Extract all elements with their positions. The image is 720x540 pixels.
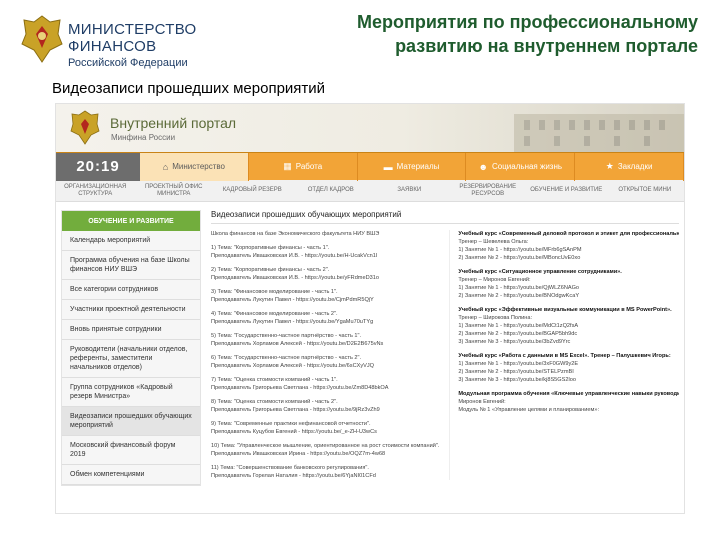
video-text-line: Тренер – Шевелева Ольга: xyxy=(458,239,529,245)
portal-emblem-icon xyxy=(70,110,100,145)
video-link-line[interactable]: Преподаватель Хорламов Алексей - https:/… xyxy=(211,362,439,370)
subnav-item[interactable]: ОБУЧЕНИЕ И РАЗВИТИЕ xyxy=(527,187,606,194)
video-link-line[interactable]: 2) Занятие № 2 - https://youtu.be/MBoncU… xyxy=(458,254,679,262)
tab-social[interactable]: ☻ Социальная жизнь xyxy=(466,152,576,181)
ministry-name-line3: Российской Федерации xyxy=(68,57,188,69)
slide-subtitle: Видеозаписи прошедших мероприятий xyxy=(52,80,326,97)
sidebar-item[interactable]: Все категории сотрудников xyxy=(62,280,200,300)
folder-icon: ▬ xyxy=(383,161,393,172)
video-list-left: Школа финансов на базе Экономического фа… xyxy=(211,230,439,480)
people-icon: ☻ xyxy=(478,161,488,172)
portal-subnav: ОРГАНИЗАЦИОННАЯ СТРУКТУРА ПРОЕКТНЫЙ ОФИС… xyxy=(56,180,684,202)
subnav-item[interactable]: ОТКРЫТОЕ МИНИ xyxy=(606,187,685,194)
portal-nav: 20:19 ⌂ Министерство ▦ Работа ▬ Материалы ☻… xyxy=(56,152,684,181)
video-text-line: Учебный курс «Эффективные визуальные ком… xyxy=(458,307,672,313)
subnav-item[interactable]: КАДРОВЫЙ РЕЗЕРВ xyxy=(213,187,292,194)
tab-ministry[interactable]: ⌂ Министерство xyxy=(140,152,249,181)
video-link-line[interactable]: Преподаватель Ивашковская И.В. - https:/… xyxy=(211,274,439,282)
calendar-icon: ▦ xyxy=(283,161,292,171)
coat-of-arms-icon xyxy=(21,15,63,63)
video-text-line: 1) Тема: "Корпоративные финансы - часть … xyxy=(211,245,330,251)
video-link-line[interactable]: Преподаватель Ивашковская И.В. - https:/… xyxy=(211,252,439,260)
subnav-item[interactable]: ОТДЕЛ КАДРОВ xyxy=(292,187,371,194)
sidebar-item[interactable]: Московский финансовый форум 2019 xyxy=(62,436,200,465)
video-text-line: 4) Тема: "Финансовое моделирование - час… xyxy=(211,311,338,317)
video-link-line[interactable]: 2) Занятие № 2 - https://youtu.be/STELPz… xyxy=(458,368,679,376)
video-link-line[interactable]: 2) Занятие № 2 - https://youtu.be/BGAP5b… xyxy=(458,330,679,338)
video-link-line[interactable]: Преподаватель Хорламов Алексей - https:/… xyxy=(211,340,439,348)
portal-screenshot: Внутренний портал Минфина России 20:19 ⌂… xyxy=(55,103,685,514)
video-text-line: 11) Тема: "Совершенствование банковского… xyxy=(211,465,369,471)
tab-work[interactable]: ▦ Работа xyxy=(249,152,358,181)
video-text-line: Тренер – Миронов Евгений: xyxy=(458,277,531,283)
sidebar-item[interactable]: Календарь мероприятий xyxy=(62,231,200,251)
portal-header: Внутренний портал Минфина России xyxy=(56,104,684,152)
ministry-name-line1: МИНИСТЕРСТВО xyxy=(68,21,197,38)
video-link-line[interactable]: 1) Занятие № 1 - https://youtu.be/QjWLZ6… xyxy=(458,284,679,292)
video-text-line: 3) Тема: "Финансовое моделирование - час… xyxy=(211,289,338,295)
sidebar-heading: ОБУЧЕНИЕ И РАЗВИТИЕ xyxy=(62,211,200,231)
video-link-line[interactable]: Преподаватель Горелая Наталия - https://… xyxy=(211,472,439,480)
portal-main-content: Видеозаписи прошедших обучающих мероприя… xyxy=(201,210,679,486)
video-text-line: 8) Тема: "Оценка стоимости компаний - ча… xyxy=(211,399,338,405)
video-text-line: Школа финансов на базе Экономического фа… xyxy=(211,231,380,237)
portal-title: Внутренний портал xyxy=(110,115,237,131)
video-link-line[interactable]: 1) Занятие № 1 - https://youtu.be/MFrb6g… xyxy=(458,246,679,254)
portal-sidebar: ОБУЧЕНИЕ И РАЗВИТИЕ Календарь мероприяти… xyxy=(61,210,201,486)
video-link-line[interactable]: Преподаватель Лукутин Павел - https://yo… xyxy=(211,318,439,326)
video-text-line: Учебный курс «Ситуационное управление со… xyxy=(458,269,622,275)
sidebar-item[interactable]: Участники проектной деятельности xyxy=(62,300,200,320)
video-text-line: 9) Тема: "Современные практики нефинансо… xyxy=(211,421,371,427)
slide-header: МИНИСТЕРСТВО ФИНАНСОВ Российской Федерац… xyxy=(0,0,720,80)
video-text-line: 10) Тема: "Управленческое мышление, орие… xyxy=(211,443,440,449)
subnav-item[interactable]: РЕЗЕРВИРОВАНИЕ РЕСУРСОВ xyxy=(449,184,528,198)
tab-materials[interactable]: ▬ Материалы xyxy=(358,152,467,181)
tab-label: Министерство xyxy=(172,162,225,171)
home-icon: ⌂ xyxy=(162,161,169,172)
subnav-item[interactable]: ЗАЯВКИ xyxy=(370,187,449,194)
video-text-line: Миронов Евгений: xyxy=(458,399,506,405)
subnav-item[interactable]: ПРОЕКТНЫЙ ОФИС МИНИСТРА xyxy=(135,184,214,198)
video-list-right: Учебный курс «Современный деловой проток… xyxy=(449,230,679,480)
slide-title: Мероприятия по профессиональному развити… xyxy=(356,12,698,56)
ministry-name-line2: ФИНАНСОВ xyxy=(68,38,157,55)
video-link-line[interactable]: Преподаватель Григорьева Светлана - http… xyxy=(211,384,439,392)
video-text-line: Модуль № 1 «Управление целями и планиров… xyxy=(458,407,599,413)
tab-label: Материалы xyxy=(396,162,440,171)
video-link-line[interactable]: Преподаватель Григорьева Светлана - http… xyxy=(211,406,439,414)
video-link-line[interactable]: Преподаватель Ивашковская Ирина - https:… xyxy=(211,450,439,458)
star-icon: ★ xyxy=(605,161,614,171)
video-text-line: 2) Тема: "Корпоративные финансы - часть … xyxy=(211,267,330,273)
building-image xyxy=(514,114,684,152)
tab-label: Закладки xyxy=(617,162,653,171)
video-text-line: 5) Тема: "Государственно-частное партнёр… xyxy=(211,333,362,339)
video-link-line[interactable]: 1) Занятие № 1 - https://youtu.be/MdCt1z… xyxy=(458,322,679,330)
video-link-line[interactable]: 3) Занятие № 3 - https://youtu.be/3bZvd9… xyxy=(458,338,679,346)
sidebar-item-video-active[interactable]: Видеозаписи прошедших обучающих мероприя… xyxy=(62,407,200,436)
video-link-line[interactable]: 3) Занятие № 3 - https://youtu.be/kj8S5G… xyxy=(458,376,679,384)
video-link-line[interactable]: 2) Занятие № 2 - https://youtu.be/BNOdgw… xyxy=(458,292,679,300)
sidebar-item[interactable]: Программа обучения на базе Школы финансо… xyxy=(62,251,200,280)
sidebar-item[interactable]: Вновь принятые сотрудники xyxy=(62,320,200,340)
portal-clock: 20:19 xyxy=(56,152,140,181)
video-link-line[interactable]: Преподаватель Куцубов Евгений - https://… xyxy=(211,428,439,436)
tab-bookmarks[interactable]: ★ Закладки xyxy=(575,152,684,181)
video-text-line: 7) Тема: "Оценка стоимости компаний - ча… xyxy=(211,377,338,383)
video-link-line[interactable]: Преподаватель Лукутин Павел - https://yo… xyxy=(211,296,439,304)
sidebar-item[interactable]: Обмен компетенциями xyxy=(62,465,200,485)
tab-label: Работа xyxy=(295,162,323,171)
tab-label: Социальная жизнь xyxy=(492,162,563,171)
video-text-line: Модульная программа обучения «Ключевые у… xyxy=(458,391,679,397)
main-content-title: Видеозаписи прошедших обучающих мероприя… xyxy=(211,210,679,224)
subnav-item[interactable]: ОРГАНИЗАЦИОННАЯ СТРУКТУРА xyxy=(56,184,135,198)
video-text-line: 6) Тема: "Государственно-частное партнёр… xyxy=(211,355,362,361)
video-link-line[interactable]: 1) Занятие № 1 - https://youtu.be/3xF0GW… xyxy=(458,360,679,368)
video-text-line: Учебный курс «Современный деловой проток… xyxy=(458,231,679,237)
sidebar-item[interactable]: Руководители (начальники отделов, рефере… xyxy=(62,340,200,378)
sidebar-item[interactable]: Группа сотрудников «Кадровый резерв Мини… xyxy=(62,378,200,407)
video-text-line: Тренер – Широкова Полина: xyxy=(458,315,533,321)
portal-subtitle: Минфина России xyxy=(111,133,176,142)
video-text-line: Учебный курс «Работа с данными в MS Exce… xyxy=(458,353,671,359)
